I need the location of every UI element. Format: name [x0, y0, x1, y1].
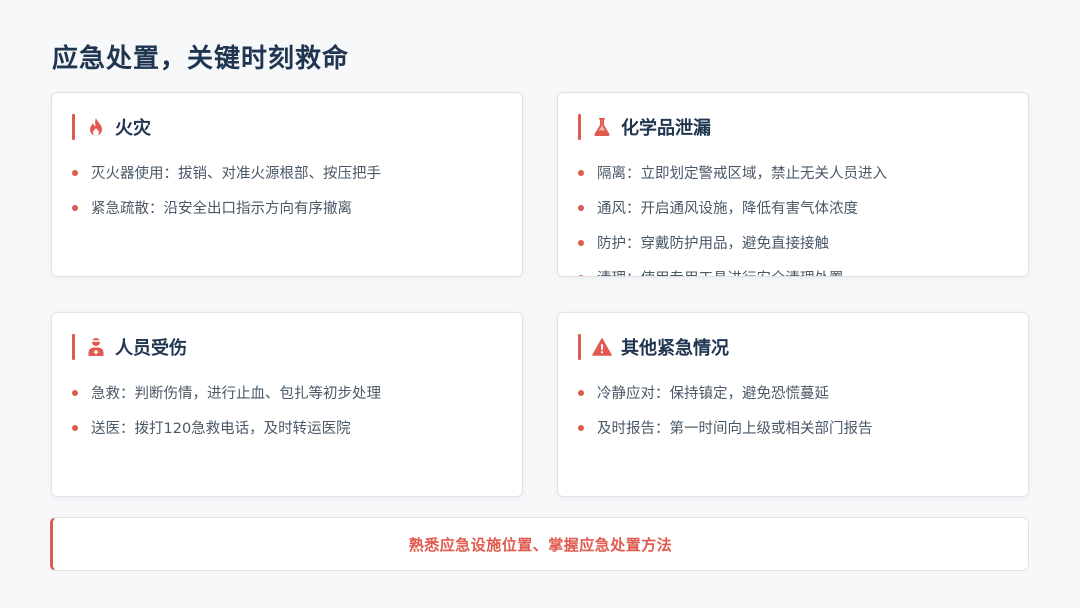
- list-item-text: 及时报告：第一时间向上级或相关部门报告: [597, 421, 873, 437]
- injured-person-icon: [86, 337, 106, 357]
- accent-bar: [72, 334, 75, 360]
- card-other-emergencies: 其他紧急情况 冷静应对：保持镇定，避免恐慌蔓延 及时报告：第一时间向上级或相关部…: [557, 312, 1029, 497]
- item-list: 冷静应对：保持镇定，避免恐慌蔓延 及时报告：第一时间向上级或相关部门报告: [578, 375, 873, 445]
- card-injury: 人员受伤 急救：判断伤情，进行止血、包扎等初步处理 送医：拨打120急救电话，及…: [51, 312, 523, 497]
- slide: 应急处置，关键时刻救命 火灾 灭火器使用：拔销、对准火源根部、按压把手 紧急疏散…: [0, 0, 1080, 608]
- list-item: 灭火器使用：拔销、对准火源根部、按压把手: [72, 155, 381, 190]
- list-item-text: 清理：使用专用工具进行安全清理处置: [597, 267, 844, 276]
- list-item: 隔离：立即划定警戒区域，禁止无关人员进入: [578, 155, 887, 190]
- list-item-text: 防护：穿戴防护用品，避免直接接触: [597, 236, 829, 252]
- flask-icon: [592, 117, 612, 137]
- list-item-text: 隔离：立即划定警戒区域，禁止无关人员进入: [597, 166, 887, 182]
- card-title: 火灾: [115, 118, 151, 139]
- banner-text: 熟悉应急设施位置、掌握应急处置方法: [408, 535, 673, 554]
- card-header: 化学品泄漏: [578, 114, 711, 140]
- page-title: 应急处置，关键时刻救命: [52, 44, 350, 74]
- summary-banner: 熟悉应急设施位置、掌握应急处置方法: [50, 517, 1029, 571]
- bullet-dot: [578, 389, 584, 396]
- accent-bar: [578, 114, 581, 140]
- item-list: 急救：判断伤情，进行止血、包扎等初步处理 送医：拨打120急救电话，及时转运医院: [72, 375, 381, 445]
- list-item: 防护：穿戴防护用品，避免直接接触: [578, 225, 887, 260]
- list-item: 通风：开启通风设施，降低有害气体浓度: [578, 190, 887, 225]
- list-item-text: 急救：判断伤情，进行止血、包扎等初步处理: [91, 386, 381, 402]
- list-item: 冷静应对：保持镇定，避免恐慌蔓延: [578, 375, 873, 410]
- list-item: 送医：拨打120急救电话，及时转运医院: [72, 410, 381, 445]
- item-list: 隔离：立即划定警戒区域，禁止无关人员进入 通风：开启通风设施，降低有害气体浓度 …: [578, 155, 887, 276]
- list-item-text: 冷静应对：保持镇定，避免恐慌蔓延: [597, 386, 829, 402]
- card-title: 化学品泄漏: [621, 118, 711, 139]
- bullet-dot: [578, 204, 584, 211]
- card-fire: 火灾 灭火器使用：拔销、对准火源根部、按压把手 紧急疏散：沿安全出口指示方向有序…: [51, 92, 523, 277]
- bullet-dot: [72, 169, 78, 176]
- bullet-dot: [578, 274, 584, 276]
- card-chemical-leak: 化学品泄漏 隔离：立即划定警戒区域，禁止无关人员进入 通风：开启通风设施，降低有…: [557, 92, 1029, 277]
- card-header: 其他紧急情况: [578, 334, 729, 360]
- bullet-dot: [72, 424, 78, 431]
- bullet-dot: [578, 169, 584, 176]
- list-item-text: 通风：开启通风设施，降低有害气体浓度: [597, 201, 858, 217]
- list-item-text: 紧急疏散：沿安全出口指示方向有序撤离: [91, 201, 352, 217]
- list-item-text: 灭火器使用：拔销、对准火源根部、按压把手: [91, 166, 381, 182]
- list-item: 紧急疏散：沿安全出口指示方向有序撤离: [72, 190, 381, 225]
- item-list: 灭火器使用：拔销、对准火源根部、按压把手 紧急疏散：沿安全出口指示方向有序撤离: [72, 155, 381, 225]
- list-item-text: 送医：拨打120急救电话，及时转运医院: [91, 421, 351, 437]
- accent-bar: [578, 334, 581, 360]
- bullet-dot: [72, 389, 78, 396]
- bullet-dot: [72, 204, 78, 211]
- accent-bar: [72, 114, 75, 140]
- list-item: 及时报告：第一时间向上级或相关部门报告: [578, 410, 873, 445]
- bullet-dot: [578, 424, 584, 431]
- card-title: 其他紧急情况: [621, 338, 729, 359]
- card-header: 人员受伤: [72, 334, 187, 360]
- warning-icon: [592, 337, 612, 357]
- fire-icon: [86, 117, 106, 137]
- card-header: 火灾: [72, 114, 151, 140]
- list-item: 清理：使用专用工具进行安全清理处置: [578, 260, 887, 276]
- bullet-dot: [578, 239, 584, 246]
- list-item: 急救：判断伤情，进行止血、包扎等初步处理: [72, 375, 381, 410]
- card-title: 人员受伤: [115, 338, 187, 359]
